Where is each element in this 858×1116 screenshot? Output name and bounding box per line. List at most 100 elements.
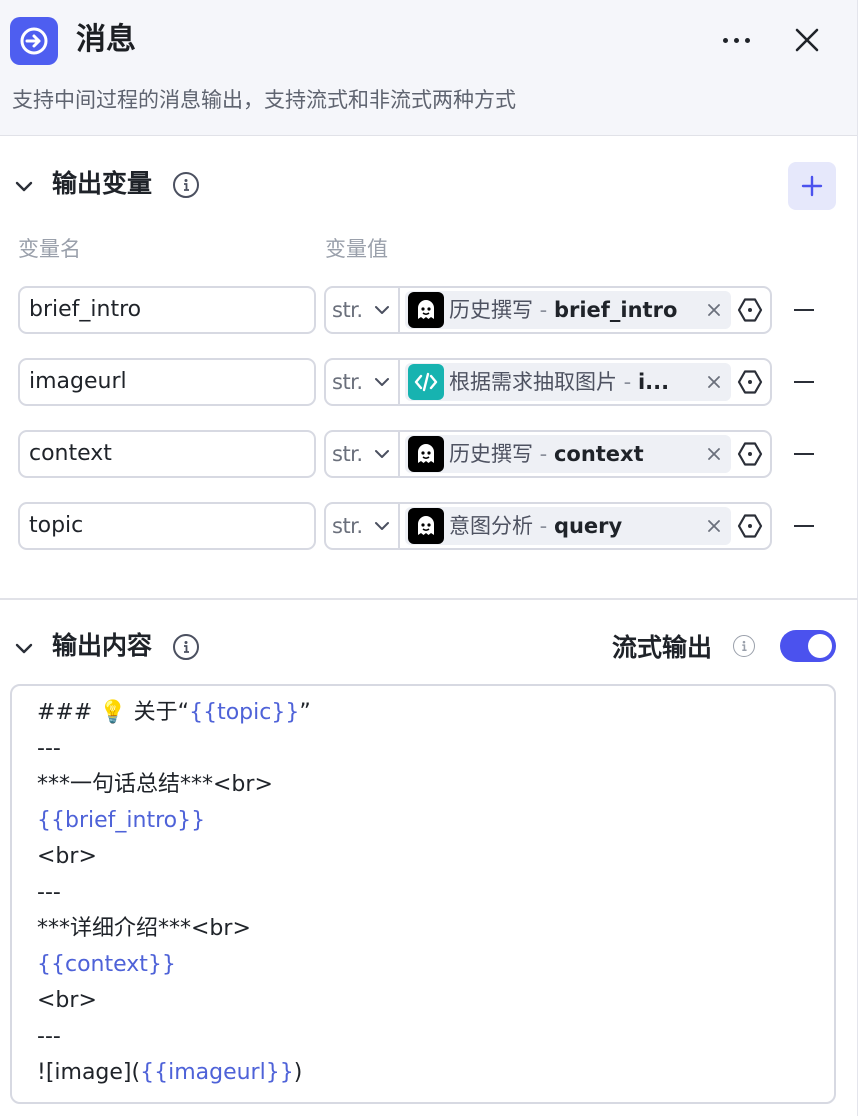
variable-value-field[interactable]: str. 意图分析 - query: [324, 502, 772, 550]
section-divider: [0, 598, 858, 600]
remove-reference-icon[interactable]: [703, 515, 725, 537]
reference-text: 历史撰写 - context: [449, 435, 705, 473]
reference-variable: brief_intro: [553, 298, 678, 322]
chevron-down-icon: [375, 378, 389, 386]
stream-output-label: 流式输出: [612, 633, 713, 662]
ghost-icon: [408, 436, 444, 472]
panel-header: 消息 支持中间过程的消息输出，支持流式和非流式两种方式: [0, 0, 857, 136]
close-icon: [795, 28, 819, 52]
section-title: 输出变量: [52, 169, 153, 198]
stream-output-toggle[interactable]: [780, 630, 836, 662]
column-label-name: 变量名: [18, 237, 81, 261]
variable-value-field[interactable]: str. 根据需求抽取图片 - i...: [324, 358, 772, 406]
editor-text: ### 💡 关于“: [37, 700, 190, 725]
editor-text: ***详细介绍***<br>: [37, 916, 251, 941]
type-select[interactable]: str.: [326, 288, 400, 332]
reference-source: 意图分析: [449, 514, 533, 538]
node-title[interactable]: 消息: [76, 18, 136, 62]
reference-separator: -: [533, 514, 554, 538]
editor-line: <br>: [37, 983, 97, 1019]
variable-name-input[interactable]: imageurl: [18, 358, 316, 406]
reference-tag[interactable]: 根据需求抽取图片 - i...: [405, 363, 731, 401]
editor-line: ### 💡 关于“{{topic}}”: [37, 695, 311, 731]
dot: [722, 37, 728, 43]
type-label: str.: [332, 514, 363, 538]
variable-name-input[interactable]: context: [18, 430, 316, 478]
dot: [744, 37, 750, 43]
editor-text: ”: [299, 700, 311, 725]
remove-reference-icon[interactable]: [703, 371, 725, 393]
plus-icon: [801, 175, 823, 197]
remove-variable-button[interactable]: [790, 286, 818, 334]
remove-variable-button[interactable]: [790, 430, 818, 478]
editor-line: {{context}}: [37, 947, 176, 983]
reference-text: 历史撰写 - brief_intro: [449, 291, 705, 329]
type-select[interactable]: str.: [326, 432, 400, 476]
reference-source: 历史撰写: [449, 442, 533, 466]
type-label: str.: [332, 298, 363, 322]
editor-line: ---: [37, 875, 61, 911]
remove-reference-icon[interactable]: [703, 299, 725, 321]
output-content-editor[interactable]: ### 💡 关于“{{topic}}” --- ***一句话总结***<br> {{b…: [10, 684, 836, 1104]
reference-text: 意图分析 - query: [449, 507, 705, 545]
editor-line: ![image]({{imageurl}}): [37, 1055, 302, 1091]
template-variable: {{imageurl}}: [140, 1060, 294, 1085]
variable-name-input[interactable]: topic: [18, 502, 316, 550]
message-node-panel: 消息 支持中间过程的消息输出，支持流式和非流式两种方式 输出变量 变量名 变量值…: [0, 0, 858, 1116]
minus-icon: [794, 309, 814, 311]
editor-line: ---: [37, 1019, 61, 1055]
variable-reference-icon[interactable]: [736, 512, 764, 540]
type-label: str.: [332, 442, 363, 466]
editor-line: <br>: [37, 839, 97, 875]
editor-line: {{brief_intro}}: [37, 803, 205, 839]
editor-text: ![image](: [37, 1060, 141, 1085]
editor-line: ---: [37, 731, 61, 767]
reference-variable: i...: [637, 370, 670, 394]
variable-value-field[interactable]: str. 历史撰写 - brief_intro: [324, 286, 772, 334]
editor-line: ***详细介绍***<br>: [37, 911, 251, 947]
output-content-header: 输出内容: [0, 622, 858, 672]
reference-source: 历史撰写: [449, 298, 533, 322]
reference-separator: -: [533, 298, 554, 322]
chevron-down-icon[interactable]: [12, 174, 36, 198]
node-description: 支持中间过程的消息输出，支持流式和非流式两种方式: [12, 88, 516, 112]
editor-text: ): [293, 1060, 303, 1085]
reference-variable: context: [553, 442, 644, 466]
info-icon[interactable]: [173, 172, 199, 198]
remove-variable-button[interactable]: [790, 502, 818, 550]
type-select[interactable]: str.: [326, 504, 400, 548]
section-title: 输出内容: [52, 631, 153, 660]
reference-tag[interactable]: 历史撰写 - brief_intro: [405, 291, 731, 329]
info-icon[interactable]: [173, 634, 199, 660]
variable-value-field[interactable]: str. 历史撰写 - context: [324, 430, 772, 478]
template-variable: {{topic}}: [189, 700, 300, 725]
remove-reference-icon[interactable]: [703, 443, 725, 465]
chevron-down-icon[interactable]: [12, 636, 36, 660]
type-select[interactable]: str.: [326, 360, 400, 404]
editor-text: <br>: [37, 844, 97, 869]
remove-variable-button[interactable]: [790, 358, 818, 406]
ghost-icon: [408, 508, 444, 544]
close-button[interactable]: [786, 20, 828, 60]
template-variable: {{brief_intro}}: [37, 808, 206, 833]
reference-variable: query: [553, 514, 623, 538]
minus-icon: [794, 525, 814, 527]
add-variable-button[interactable]: [788, 162, 836, 210]
ghost-icon: [408, 292, 444, 328]
variable-reference-icon[interactable]: [736, 296, 764, 324]
reference-tag[interactable]: 意图分析 - query: [405, 507, 731, 545]
reference-separator: -: [533, 442, 554, 466]
reference-text: 根据需求抽取图片 - i...: [449, 363, 705, 401]
reference-tag[interactable]: 历史撰写 - context: [405, 435, 731, 473]
variable-reference-icon[interactable]: [736, 368, 764, 396]
reference-separator: -: [617, 370, 638, 394]
toggle-knob: [808, 634, 832, 658]
info-icon[interactable]: [733, 635, 755, 657]
variable-name-input[interactable]: brief_intro: [18, 286, 316, 334]
minus-icon: [794, 381, 814, 383]
more-options-button[interactable]: [714, 20, 758, 60]
code-icon: [408, 364, 444, 400]
variable-reference-icon[interactable]: [736, 440, 764, 468]
editor-text: ---: [37, 736, 61, 761]
editor-line: ***一句话总结***<br>: [37, 767, 273, 803]
